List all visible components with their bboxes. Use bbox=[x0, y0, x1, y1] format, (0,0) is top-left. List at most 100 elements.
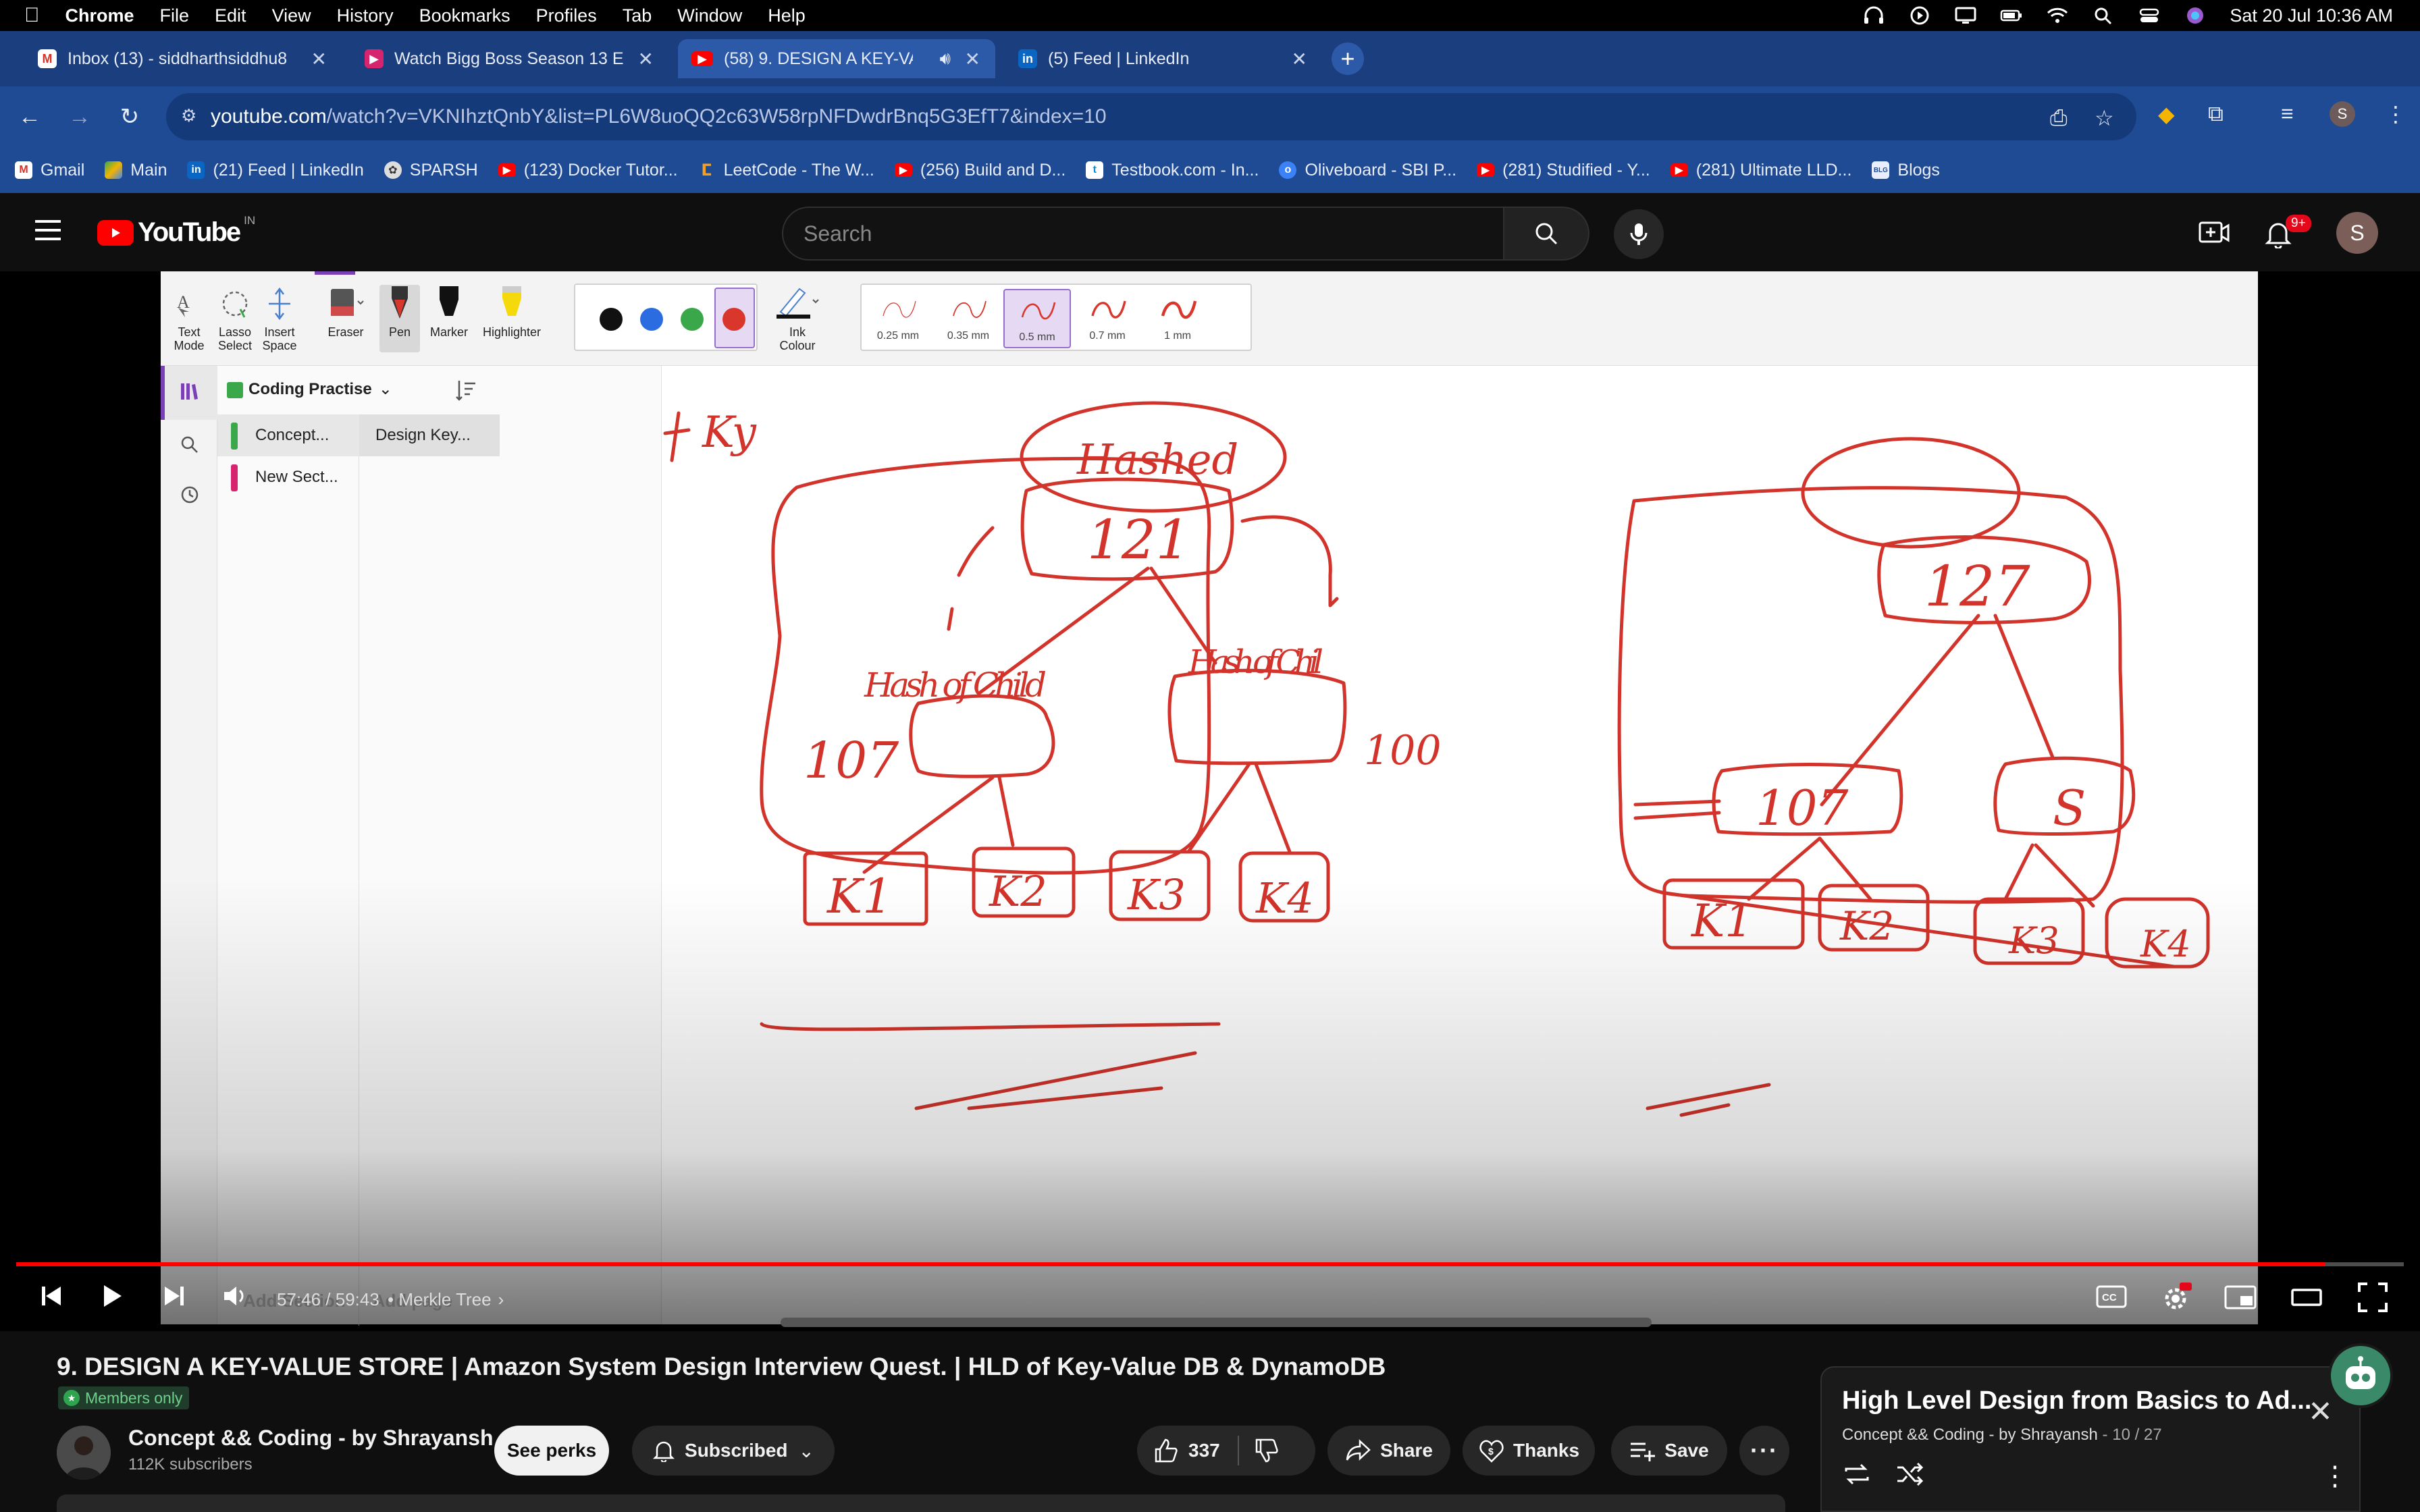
ink-canvas[interactable]: Ky Hashed 121 Hash of Child Hash of Chil… bbox=[662, 366, 2258, 1324]
address-bar[interactable]: ⚙ youtube.com/watch?v=VKNIhztQnbY&list=P… bbox=[166, 93, 2136, 140]
battery-icon[interactable] bbox=[2000, 5, 2023, 26]
tab-youtube-active[interactable]: ▶ (58) 9. DESIGN A KEY-VA 🔊︎ ✕ bbox=[678, 39, 995, 78]
share-button[interactable]: Share bbox=[1327, 1426, 1450, 1476]
assistant-robot-icon[interactable] bbox=[2328, 1343, 2393, 1408]
previous-icon[interactable] bbox=[36, 1281, 66, 1311]
page-item[interactable]: Design Key... bbox=[359, 414, 500, 456]
spotlight-search-icon[interactable] bbox=[2092, 5, 2115, 26]
siri-icon[interactable] bbox=[2184, 5, 2207, 26]
close-icon[interactable]: ✕ bbox=[965, 48, 980, 70]
install-app-icon[interactable]: ⎙ bbox=[2050, 105, 2068, 131]
channel-name[interactable]: Concept && Coding - by Shrayansh bbox=[128, 1426, 493, 1451]
section-item[interactable]: New Sect... bbox=[217, 456, 359, 498]
thumbs-up-icon[interactable] bbox=[1152, 1437, 1179, 1464]
menu-icon[interactable] bbox=[35, 220, 61, 246]
color-green-swatch[interactable] bbox=[681, 308, 704, 331]
pen-tool[interactable]: Pen bbox=[379, 285, 420, 352]
close-icon[interactable]: ✕ bbox=[2308, 1395, 2333, 1429]
bookmark-item[interactable]: ▶ (281) Studified - Y... bbox=[1477, 161, 1650, 180]
notebook-selector[interactable]: Coding Practise ⌄ bbox=[227, 379, 392, 399]
menu-view[interactable]: View bbox=[272, 5, 311, 26]
ink-colour-button[interactable]: Ink Colour bbox=[768, 285, 826, 352]
reload-icon[interactable]: ↻ bbox=[109, 103, 150, 130]
search-button[interactable] bbox=[1504, 207, 1589, 261]
pen-width-option[interactable]: 0.25 mm bbox=[864, 289, 932, 348]
speaker-icon[interactable]: 🔊︎ bbox=[940, 48, 951, 70]
site-settings-icon[interactable]: ⚙ bbox=[181, 105, 201, 128]
playlist-channel[interactable]: Concept && Coding - by Shrayansh bbox=[1842, 1426, 2098, 1444]
channel-avatar[interactable] bbox=[57, 1426, 111, 1480]
eraser-tool[interactable]: Eraser bbox=[320, 285, 371, 340]
close-icon[interactable]: ✕ bbox=[311, 48, 327, 70]
menu-history[interactable]: History bbox=[337, 5, 394, 26]
menu-edit[interactable]: Edit bbox=[215, 5, 246, 26]
lasso-select-tool[interactable]: Lasso Select bbox=[216, 285, 254, 352]
miniplayer-icon[interactable] bbox=[2224, 1285, 2257, 1310]
color-red-swatch[interactable] bbox=[722, 308, 745, 331]
bookmark-item[interactable]: t Testbook.com - In... bbox=[1086, 161, 1259, 180]
save-button[interactable]: Save bbox=[1611, 1426, 1727, 1476]
headphones-icon[interactable] bbox=[1862, 5, 1885, 26]
thanks-button[interactable]: $ Thanks bbox=[1463, 1426, 1595, 1476]
extensions-puzzle-icon[interactable]: ⧉ bbox=[2208, 101, 2224, 127]
menu-app-name[interactable]: Chrome bbox=[65, 5, 134, 26]
bookmark-item[interactable]: ✿ SPARSH bbox=[384, 161, 478, 180]
color-extension-icon[interactable]: ◆ bbox=[2158, 101, 2175, 127]
more-vert-icon[interactable]: ⋮ bbox=[2321, 1461, 2348, 1492]
bookmark-item[interactable]: in (21) Feed | LinkedIn bbox=[187, 161, 364, 180]
color-black-swatch[interactable] bbox=[600, 308, 623, 331]
wifi-icon[interactable] bbox=[2046, 5, 2069, 26]
chapter-button[interactable]: • Merkle Tree › bbox=[388, 1289, 504, 1310]
tab-jiocinema[interactable]: ▶ Watch Bigg Boss Season 13 E ✕ bbox=[351, 39, 668, 78]
theater-mode-icon[interactable] bbox=[2290, 1287, 2323, 1308]
search-icon[interactable] bbox=[180, 435, 200, 455]
pen-width-option[interactable]: 0.35 mm bbox=[935, 289, 1002, 348]
subscribed-button[interactable]: Subscribed ⌄ bbox=[632, 1426, 835, 1476]
sort-icon[interactable] bbox=[454, 378, 478, 402]
see-perks-button[interactable]: See perks bbox=[494, 1426, 609, 1476]
search-input[interactable]: Search bbox=[782, 207, 1504, 261]
close-icon[interactable]: ✕ bbox=[1292, 48, 1307, 70]
voice-search-button[interactable] bbox=[1614, 209, 1664, 259]
bookmark-star-icon[interactable]: ☆ bbox=[2095, 105, 2114, 131]
more-vert-icon[interactable]: ⋮ bbox=[2385, 101, 2406, 127]
account-avatar[interactable]: S bbox=[2336, 212, 2378, 254]
bookmark-folder[interactable]: BLG Blogs bbox=[1872, 161, 1940, 180]
forward-arrow-icon[interactable]: → bbox=[59, 104, 100, 130]
menu-profiles[interactable]: Profiles bbox=[536, 5, 597, 26]
tab-linkedin[interactable]: in (5) Feed | LinkedIn ✕ bbox=[1005, 39, 1322, 78]
thumbs-down-icon[interactable] bbox=[1253, 1437, 1280, 1464]
color-blue-swatch[interactable] bbox=[640, 308, 663, 331]
settings-gear-icon[interactable] bbox=[2161, 1281, 2193, 1314]
shuffle-icon[interactable] bbox=[1895, 1461, 1924, 1488]
profile-avatar[interactable]: S bbox=[2330, 101, 2355, 127]
display-icon[interactable] bbox=[1954, 5, 1977, 26]
menu-window[interactable]: Window bbox=[677, 5, 742, 26]
insert-space-tool[interactable]: Insert Space bbox=[261, 285, 298, 352]
video-player[interactable]: A Text Mode Lasso Select Insert Space Er… bbox=[0, 271, 2420, 1331]
media-queue-icon[interactable]: ≡ bbox=[2281, 101, 2294, 126]
playlist-title[interactable]: High Level Design from Basics to Ad... bbox=[1842, 1386, 2311, 1415]
bookmark-item[interactable]: o Oliveboard - SBI P... bbox=[1279, 161, 1456, 180]
bookmark-item[interactable]: ▶ (256) Build and D... bbox=[894, 161, 1066, 180]
text-mode-tool[interactable]: A Text Mode bbox=[170, 285, 208, 352]
bookmark-item[interactable]: ⵎ LeetCode - The W... bbox=[698, 161, 874, 180]
section-item[interactable]: Concept... bbox=[217, 414, 359, 456]
highlighter-tool[interactable]: Highlighter bbox=[477, 285, 547, 340]
menu-tab[interactable]: Tab bbox=[623, 5, 652, 26]
like-count[interactable]: 337 bbox=[1188, 1440, 1220, 1461]
play-icon[interactable] bbox=[97, 1281, 127, 1311]
back-arrow-icon[interactable]: ← bbox=[9, 104, 50, 130]
more-actions-button[interactable]: ··· bbox=[1739, 1426, 1789, 1476]
play-circle-icon[interactable] bbox=[1908, 5, 1931, 26]
captions-icon[interactable]: CC bbox=[2096, 1285, 2127, 1308]
create-video-icon[interactable] bbox=[2199, 220, 2230, 246]
menu-file[interactable]: File bbox=[160, 5, 190, 26]
recent-clock-icon[interactable] bbox=[180, 485, 200, 505]
pen-width-option[interactable]: 0.7 mm bbox=[1074, 289, 1141, 348]
progress-bar[interactable] bbox=[16, 1262, 2404, 1266]
control-center-icon[interactable] bbox=[2138, 5, 2161, 26]
loop-icon[interactable] bbox=[1842, 1461, 1872, 1488]
bookmark-item[interactable]: Main bbox=[105, 161, 167, 180]
pen-width-option-selected[interactable]: 0.5 mm bbox=[1003, 289, 1071, 348]
